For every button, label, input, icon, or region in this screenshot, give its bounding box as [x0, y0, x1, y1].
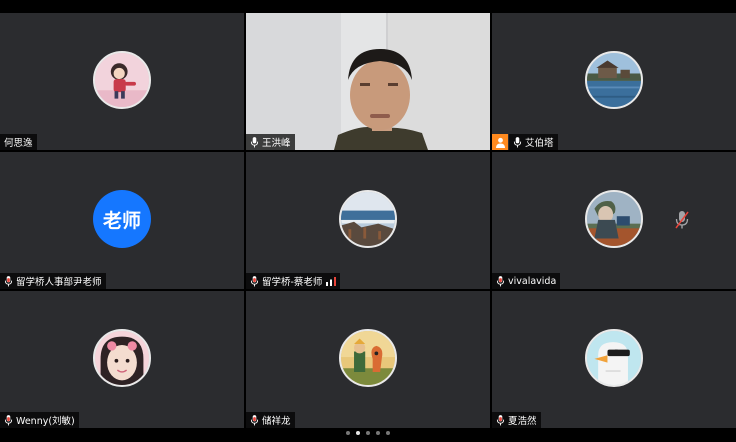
participant-tile-8[interactable]: 储祥龙 — [246, 291, 490, 428]
participant-name: 夏浩然 — [508, 416, 537, 427]
little-prince-avatar — [341, 331, 395, 385]
microphone-muted-icon — [4, 414, 13, 425]
anime-character-avatar — [587, 192, 641, 246]
participant-name: 储祥龙 — [262, 416, 291, 427]
page-dot-1[interactable] — [346, 431, 350, 435]
selfie-girl-avatar — [95, 331, 149, 385]
name-bar: Wenny(刘敏) — [0, 412, 79, 428]
participant-name: 留学桥-蔡老师 — [262, 277, 323, 288]
microphone-muted-icon — [496, 275, 505, 286]
name-bar: 夏浩然 — [492, 412, 541, 428]
avatar — [585, 51, 643, 109]
participant-name: vivalavida — [508, 275, 557, 287]
avatar — [93, 51, 151, 109]
microphone-icon — [513, 136, 522, 147]
microphone-muted-icon — [250, 414, 259, 425]
participant-tile-7[interactable]: Wenny(刘敏) — [0, 291, 244, 428]
page-dot-2-active[interactable] — [356, 431, 360, 435]
microphone-muted-icon — [675, 211, 689, 229]
microphone-icon — [250, 136, 259, 147]
microphone-muted-icon — [4, 275, 13, 286]
avatar — [585, 329, 643, 387]
microphone-muted-icon — [250, 275, 259, 286]
signal-strength-icon — [326, 276, 337, 286]
page-dot-4[interactable] — [376, 431, 380, 435]
participant-name: 艾伯塔 — [525, 138, 554, 149]
avatar — [93, 329, 151, 387]
avatar — [585, 190, 643, 248]
participant-tile-9[interactable]: 夏浩然 — [492, 291, 736, 428]
avatar — [339, 329, 397, 387]
page-indicator[interactable] — [0, 431, 736, 435]
participant-tile-3[interactable]: 艾伯塔 — [492, 13, 736, 150]
participant-name: 何思逸 — [4, 138, 33, 149]
name-bar: 艾伯塔 — [509, 134, 558, 150]
avatar: 老师 — [93, 190, 151, 248]
goose-sunglasses-avatar — [587, 331, 641, 385]
name-bar: 储祥龙 — [246, 412, 295, 428]
participant-tile-6[interactable]: vivalavida — [492, 152, 736, 289]
cartoon-girl-avatar — [95, 53, 149, 107]
host-icon — [492, 134, 508, 150]
lake-house-avatar — [587, 53, 641, 107]
participant-tile-2[interactable]: 王洪峰 — [246, 13, 490, 150]
video-grid: 何思逸 王洪峰 艾伯塔 老师 留学桥人事部尹老师 留学桥-蔡老师 vivalav… — [0, 13, 736, 429]
avatar — [339, 190, 397, 248]
participant-name: 留学桥人事部尹老师 — [16, 277, 102, 288]
participant-tile-4[interactable]: 老师 留学桥人事部尹老师 — [0, 152, 244, 289]
camera-video — [246, 13, 490, 150]
participant-tile-5[interactable]: 留学桥-蔡老师 — [246, 152, 490, 289]
name-bar: vivalavida — [492, 273, 561, 289]
name-bar: 王洪峰 — [246, 134, 295, 150]
participant-name: 王洪峰 — [262, 138, 291, 149]
seaside-avatar — [341, 192, 395, 246]
name-bar: 留学桥-蔡老师 — [246, 273, 341, 289]
participant-name: Wenny(刘敏) — [16, 416, 75, 427]
page-dot-5[interactable] — [386, 431, 390, 435]
page-dot-3[interactable] — [366, 431, 370, 435]
name-bar: 何思逸 — [0, 134, 37, 150]
microphone-muted-icon — [496, 414, 505, 425]
participant-tile-1[interactable]: 何思逸 — [0, 13, 244, 150]
name-bar: 留学桥人事部尹老师 — [0, 273, 106, 289]
